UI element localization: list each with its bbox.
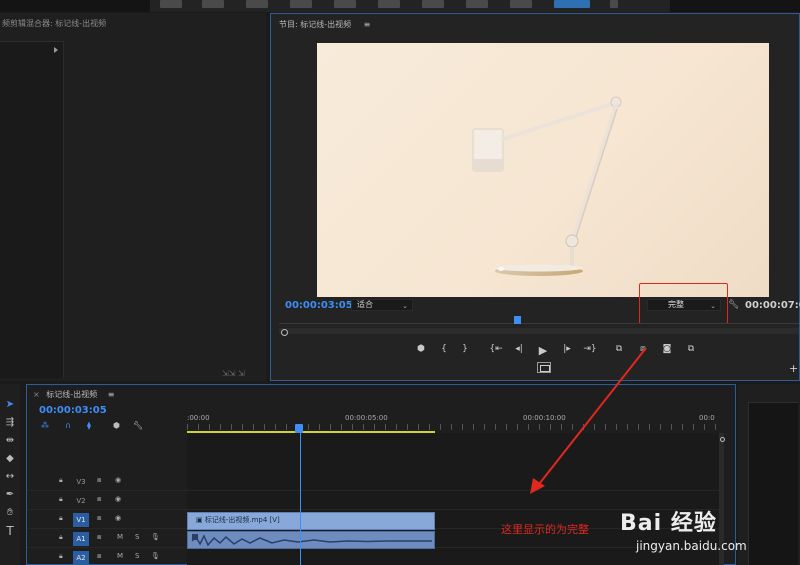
annotation-arrow [530,347,647,494]
baidu-jingyan-logo: Bai 经验 [620,511,717,536]
annotation-text: 这里显示的为完整 [501,523,589,536]
watermark-url: jingyan.baidu.com [636,539,747,553]
